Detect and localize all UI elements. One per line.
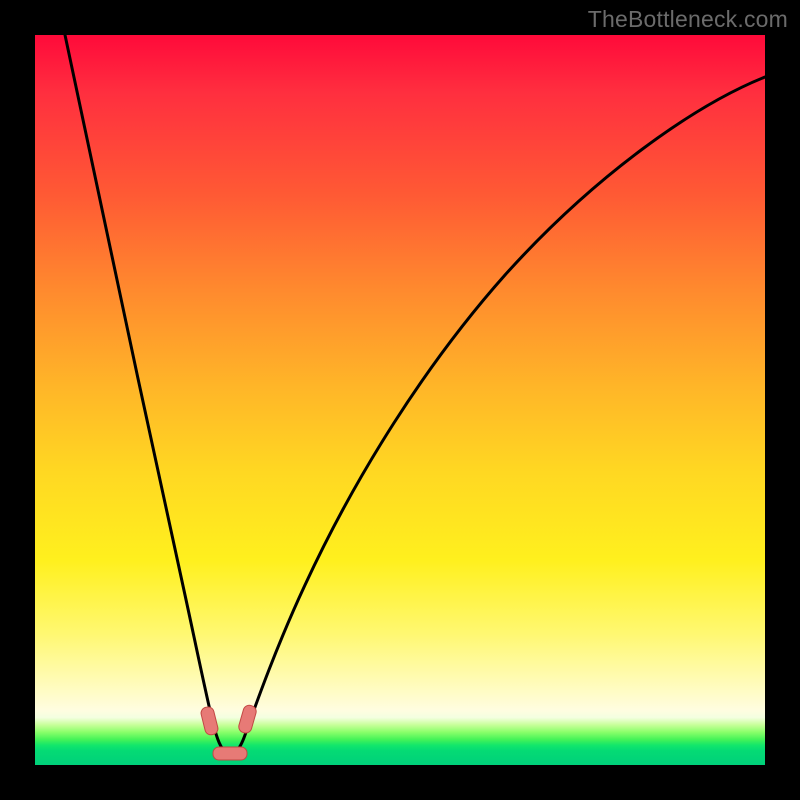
left-edge-marker xyxy=(200,706,219,736)
curve-svg xyxy=(35,35,765,765)
markers xyxy=(200,704,258,760)
bottleneck-curve xyxy=(65,35,765,754)
right-edge-marker xyxy=(237,704,257,734)
chart-frame: TheBottleneck.com xyxy=(0,0,800,800)
bottom-marker xyxy=(213,747,247,760)
watermark-text: TheBottleneck.com xyxy=(588,6,788,33)
plot-area xyxy=(35,35,765,765)
